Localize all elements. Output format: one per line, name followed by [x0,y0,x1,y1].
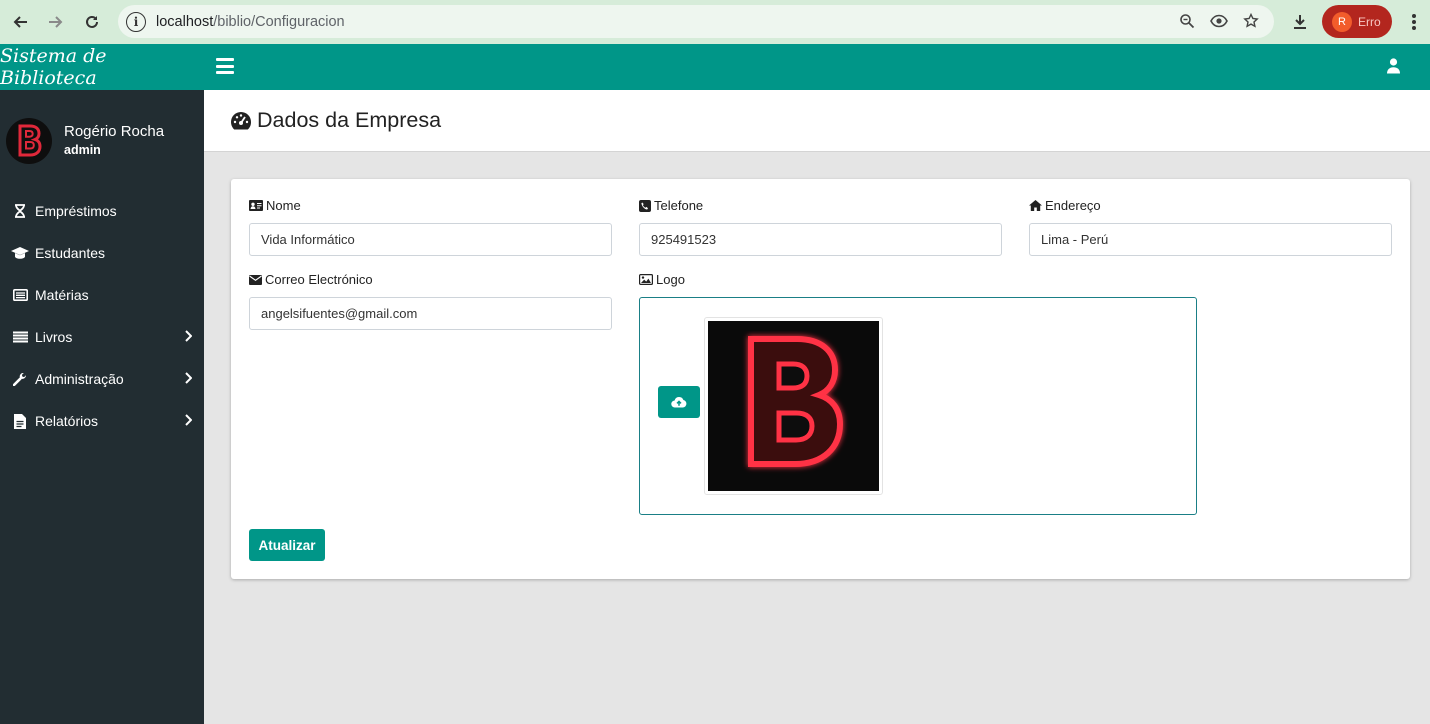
logo-b-image [708,321,879,491]
sidebar-item-materias[interactable]: Matérias [0,274,204,316]
user-icon[interactable] [1387,58,1400,79]
sidebar-item-label: Administração [35,371,124,387]
sidebar-item-label: Empréstimos [35,203,117,219]
logo-label: Logo [639,272,685,287]
kebab-menu-icon[interactable] [1402,10,1426,34]
graduation-cap-icon [10,247,30,259]
bookmark-star-icon[interactable] [1242,11,1260,31]
url-path: /biblio/Configuracion [213,13,345,30]
image-icon [639,274,653,285]
sidebar-item-emprestimos[interactable]: Empréstimos [0,190,204,232]
page-title-text: Dados da Empresa [257,108,442,132]
sidebar-item-administracao[interactable]: Administração [0,358,204,400]
endereco-label: Endereço [1029,198,1101,213]
sidebar-item-relatorios[interactable]: Relatórios [0,400,204,442]
chevron-right-icon [184,329,193,345]
profile-button[interactable]: R Erro [1322,5,1392,38]
endereco-label-text: Endereço [1045,198,1101,213]
back-icon[interactable] [8,10,32,34]
eye-icon[interactable] [1210,11,1228,31]
sidebar-item-label: Livros [35,329,73,345]
telefone-label-text: Telefone [654,198,704,213]
hourglass-icon [10,204,30,218]
profile-avatar: R [1332,11,1352,32]
telefone-label: Telefone [639,198,703,213]
company-form-card: Nome Telefone Endereço Correo Electrónic… [231,179,1410,579]
correo-label: Correo Electrónico [249,272,373,287]
wrench-icon [10,372,30,386]
dashboard-gauge-icon [231,111,252,129]
upload-button[interactable] [658,386,700,418]
id-card-icon [249,200,263,211]
chevron-right-icon [184,371,193,387]
sidebar-item-label: Estudantes [35,245,106,261]
avatar [6,118,52,164]
zoom-icon[interactable] [1178,11,1196,31]
envelope-icon [249,274,262,285]
nome-label-text: Nome [266,198,301,213]
sidebar-item-label: Matérias [35,287,89,303]
logo-dropzone[interactable] [639,297,1197,515]
telefone-input[interactable] [639,223,1002,256]
phone-square-icon [639,199,651,212]
top-navbar [204,44,1430,90]
site-info-icon[interactable]: i [126,11,146,32]
browser-toolbar: i localhost/biblio/Configuracion R Erro [0,0,1430,44]
user-role: admin [64,143,101,157]
chevron-right-icon [184,413,193,429]
page-title: Dados da Empresa [230,108,441,133]
sidebar: Sistema de Biblioteca Rogério Rocha admi… [0,44,204,724]
cloud-upload-icon [671,396,687,408]
reload-icon[interactable] [80,10,104,34]
url-text[interactable]: localhost/biblio/Configuracion [156,14,345,30]
profile-label: Erro [1358,14,1381,29]
nome-input[interactable] [249,223,612,256]
file-icon [10,413,30,429]
atualizar-button[interactable]: Atualizar [249,529,325,561]
user-panel: Rogério Rocha admin [0,90,204,190]
brand-logo[interactable]: Sistema de Biblioteca [0,44,204,90]
correo-label-text: Correo Electrónico [265,272,373,287]
email-input[interactable] [249,297,612,330]
url-host: localhost [156,13,214,30]
forward-icon[interactable] [44,10,68,34]
list-icon [10,331,30,343]
user-name: Rogério Rocha [64,123,165,140]
endereco-input[interactable] [1029,223,1392,256]
sidebar-item-livros[interactable]: Livros [0,316,204,358]
sidebar-item-estudantes[interactable]: Estudantes [0,232,204,274]
sidebar-item-label: Relatórios [35,413,99,429]
nome-label: Nome [249,198,301,213]
logo-preview [704,317,883,495]
list-alt-icon [10,289,30,301]
home-icon [1029,200,1042,211]
hamburger-menu-icon[interactable] [216,58,234,74]
address-bar[interactable]: i localhost/biblio/Configuracion [118,5,1274,38]
download-icon[interactable] [1288,10,1312,34]
logo-label-text: Logo [656,272,685,287]
content-header: Dados da Empresa [204,90,1430,152]
